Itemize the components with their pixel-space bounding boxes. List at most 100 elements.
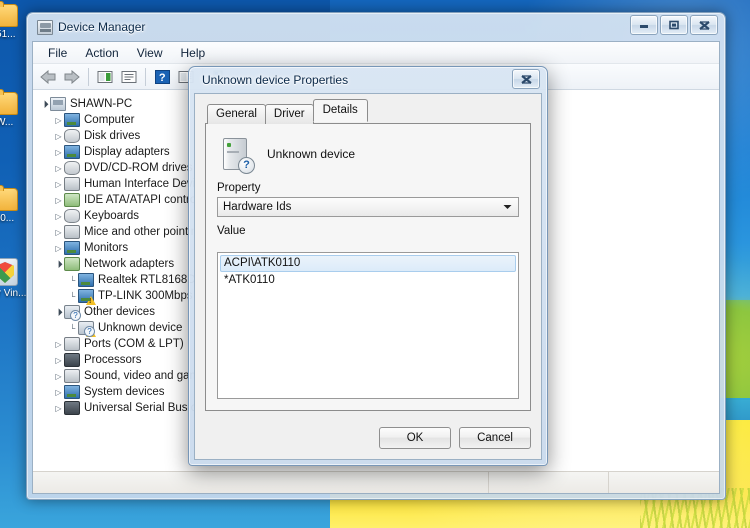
- tree-node-label: System devices: [84, 386, 165, 398]
- system-device-icon: [64, 385, 80, 399]
- dvd-drive-icon: [64, 161, 80, 175]
- tree-stem: └: [69, 291, 76, 301]
- expand-triangle-icon[interactable]: ▷: [53, 196, 64, 205]
- computer-node-icon: [64, 113, 80, 127]
- window-controls: [630, 15, 718, 35]
- tree-node-label: IDE ATA/ATAPI contro: [84, 194, 197, 206]
- tree-stem: └: [69, 323, 76, 333]
- dialog-titlebar[interactable]: Unknown device Properties: [194, 67, 542, 93]
- expand-triangle-icon[interactable]: ▷: [53, 388, 64, 397]
- desktop-icon-label: river Vin...: [0, 288, 27, 299]
- unknown-device-icon: ?: [223, 138, 255, 174]
- property-select-value: Hardware Ids: [223, 201, 292, 213]
- status-bar: [33, 471, 719, 493]
- tree-node-label: Unknown device: [98, 322, 183, 334]
- menu-file[interactable]: File: [39, 44, 76, 62]
- tree-node-label: Keyboards: [84, 210, 139, 222]
- desktop-icon-label: 951...: [0, 29, 16, 40]
- show-hidden-icon[interactable]: [94, 66, 116, 88]
- ok-button[interactable]: OK: [379, 427, 451, 449]
- folder-icon: [0, 1, 18, 27]
- list-item[interactable]: ACPI\ATK0110: [220, 255, 516, 272]
- expand-triangle-icon[interactable]: ▷: [53, 228, 64, 237]
- expand-triangle-icon[interactable]: ▷: [53, 164, 64, 173]
- ide-controller-icon: [64, 193, 80, 207]
- expand-triangle-icon[interactable]: ▷: [53, 212, 64, 221]
- window-titlebar[interactable]: Device Manager: [32, 13, 720, 41]
- list-item[interactable]: *ATK0110: [220, 272, 516, 289]
- expand-triangle-icon[interactable]: ▷: [53, 372, 64, 381]
- port-icon: [64, 337, 80, 351]
- minimize-button[interactable]: [630, 15, 658, 35]
- maximize-button[interactable]: [660, 15, 688, 35]
- status-pane-1: [489, 472, 609, 493]
- menu-action[interactable]: Action: [76, 44, 127, 62]
- keyboard-icon: [64, 209, 80, 223]
- expand-triangle-icon[interactable]: ▷: [53, 244, 64, 253]
- unknown-device-properties-dialog: Unknown device Properties General Driver…: [188, 66, 548, 466]
- forward-icon[interactable]: [61, 66, 83, 88]
- device-slot: [227, 151, 239, 153]
- tab-general[interactable]: General: [207, 104, 266, 124]
- computer-icon: [50, 97, 66, 111]
- property-select[interactable]: Hardware Ids: [217, 197, 519, 217]
- tab-driver[interactable]: Driver: [264, 104, 314, 124]
- tree-node-label: Processors: [84, 354, 142, 366]
- device-led: [227, 143, 231, 147]
- hid-icon: [64, 177, 80, 191]
- network-adapter-icon: [64, 257, 80, 271]
- expand-triangle-icon[interactable]: ▷: [53, 132, 64, 141]
- expand-triangle-icon[interactable]: ▷: [53, 116, 64, 125]
- disk-drive-icon: [64, 129, 80, 143]
- dialog-title: Unknown device Properties: [202, 73, 349, 87]
- unknown-device-icon: [64, 305, 81, 321]
- close-button[interactable]: [512, 69, 540, 89]
- tree-node-label: Realtek RTL8168D/: [98, 274, 199, 286]
- svg-text:?: ?: [158, 72, 165, 84]
- details-tab-page: ? Unknown device Property Hardware Ids V…: [205, 123, 531, 411]
- network-device-icon: [78, 289, 96, 305]
- warning-icon: [86, 328, 96, 337]
- tree-node-label: DVD/CD-ROM drives: [84, 162, 193, 174]
- usb-icon: [64, 401, 80, 415]
- chevron-down-icon[interactable]: [499, 198, 516, 216]
- tree-node-label: SHAWN-PC: [70, 98, 133, 110]
- close-button[interactable]: [690, 15, 718, 35]
- monitor-icon: [64, 241, 80, 255]
- window-title: Device Manager: [58, 20, 146, 34]
- tab-details[interactable]: Details: [312, 99, 368, 122]
- folder-icon: [0, 185, 18, 211]
- menu-help[interactable]: Help: [172, 44, 215, 62]
- properties-icon[interactable]: [118, 66, 140, 88]
- sound-icon: [64, 369, 80, 383]
- expand-triangle-icon[interactable]: ▷: [53, 404, 64, 413]
- tree-node-label: Ports (COM & LPT): [84, 338, 184, 350]
- tree-node-label: Mice and other pointin: [84, 226, 198, 238]
- cancel-button[interactable]: Cancel: [459, 427, 531, 449]
- tree-node-label: Universal Serial Bus co: [84, 402, 203, 414]
- mouse-icon: [64, 225, 80, 239]
- tabstrip: General Driver Details: [207, 99, 531, 124]
- tree-node-label: TP-LINK 300Mbps: [98, 290, 193, 302]
- value-listbox[interactable]: ACPI\ATK0110 *ATK0110: [217, 252, 519, 399]
- network-device-icon: [78, 273, 94, 287]
- tree-node-label: Display adapters: [84, 146, 170, 158]
- folder-icon: [0, 89, 18, 115]
- processor-icon: [64, 353, 80, 367]
- menu-view[interactable]: View: [128, 44, 172, 62]
- tree-node-label: Monitors: [84, 242, 129, 254]
- back-icon[interactable]: [37, 66, 59, 88]
- expand-triangle-icon[interactable]: ▷: [53, 340, 64, 349]
- shield-icon: [0, 258, 18, 286]
- tree-node-label: Network adapters: [84, 258, 175, 270]
- warning-icon: [86, 296, 96, 305]
- expand-triangle-icon[interactable]: ▷: [53, 148, 64, 157]
- expand-triangle-icon[interactable]: ▷: [53, 180, 64, 189]
- dialog-controls: [512, 69, 540, 89]
- expand-triangle-icon[interactable]: ▷: [53, 356, 64, 365]
- toolbar-separator: [145, 67, 146, 86]
- status-pane-2: [609, 472, 719, 493]
- value-label: Value: [217, 225, 246, 237]
- tree-node-label: Human Interface Devic: [84, 178, 201, 190]
- help-icon[interactable]: ?: [151, 66, 173, 88]
